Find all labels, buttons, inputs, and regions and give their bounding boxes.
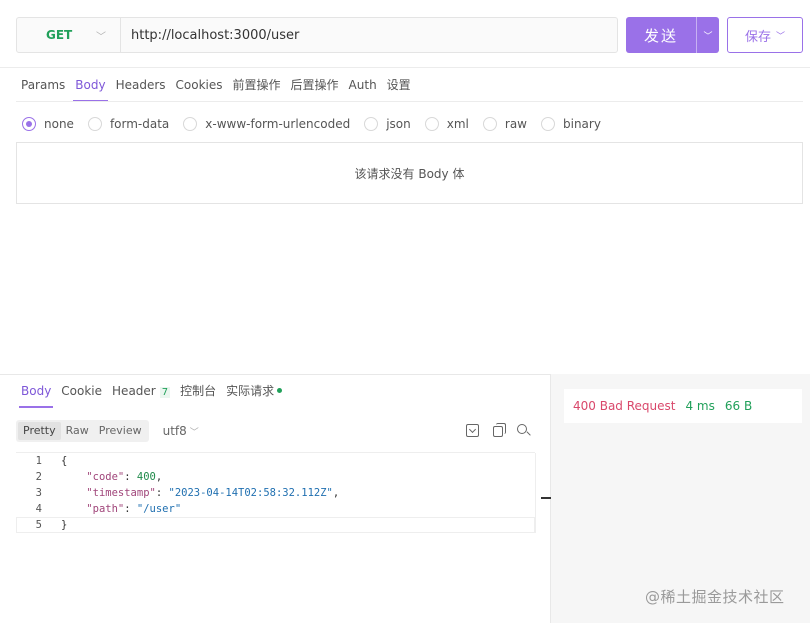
tab-response-cookie[interactable]: Cookie — [56, 378, 107, 408]
tab-console[interactable]: 控制台 — [175, 378, 221, 408]
radio-label: form-data — [109, 117, 170, 131]
tab-response-header[interactable]: Header 7 — [107, 378, 175, 408]
status-code: 400 Bad Request — [573, 399, 676, 413]
json-value: "/user" — [136, 503, 182, 515]
radio-label: none — [44, 117, 74, 131]
save-button[interactable]: 保存 ﹀ — [727, 17, 803, 53]
radio-xml[interactable]: xml — [424, 117, 469, 131]
code-text: "timestamp": "2023-04-14T02:58:32.112Z", — [86, 487, 340, 499]
radio-icon — [424, 117, 439, 131]
tab-post-operations[interactable]: 后置操作 — [286, 72, 344, 102]
format-raw-button[interactable]: Raw — [61, 422, 94, 440]
line-number: 5 — [35, 519, 42, 531]
scrollbar-thumb[interactable] — [541, 497, 551, 499]
code-line: 2 "code": 400, — [16, 469, 535, 485]
code-line: 4 "path": "/user" — [16, 501, 535, 517]
code-line-current: 5 } — [16, 517, 535, 533]
response-toolbar — [466, 423, 527, 437]
body-type-radio-group: none form-data x-www-form-urlencoded jso… — [22, 115, 615, 133]
radio-binary[interactable]: binary — [541, 117, 601, 131]
tab-auth[interactable]: Auth — [344, 72, 382, 102]
radio-icon — [183, 117, 198, 131]
request-bar: GET ﹀ http://localhost:3000/user — [16, 17, 618, 53]
radio-icon — [364, 117, 379, 131]
radio-icon — [541, 117, 555, 131]
scrollbar-track[interactable] — [535, 453, 551, 533]
code-line: 3 "timestamp": "2023-04-14T02:58:32.112Z… — [16, 485, 535, 501]
radio-label: x-www-form-urlencoded — [205, 117, 351, 131]
code-line: 1 { — [16, 453, 535, 469]
json-key: "path" — [86, 503, 125, 515]
response-time: 4 ms — [685, 399, 715, 413]
radio-label: xml — [446, 117, 469, 131]
encoding-select[interactable]: utf8 ﹀ — [163, 424, 199, 438]
radio-icon — [87, 117, 102, 131]
response-tabs: Body Cookie Header 7 控制台 实际请求 — [16, 378, 287, 408]
code-text: "code": 400, — [86, 471, 163, 483]
tab-label: 实际请求 — [226, 384, 275, 398]
line-number: 4 — [35, 503, 42, 515]
radio-raw[interactable]: raw — [482, 117, 527, 131]
response-code-viewer[interactable]: 1 { 2 "code": 400, 3 "timestamp": "2023-… — [16, 452, 551, 623]
radio-none[interactable]: none — [22, 117, 74, 131]
json-key: "timestamp" — [86, 487, 156, 499]
radio-label: json — [386, 117, 411, 131]
divider — [0, 67, 810, 68]
search-icon[interactable] — [517, 424, 527, 434]
send-options-chevron-icon[interactable]: ﹀ — [696, 17, 719, 53]
copy-icon[interactable] — [493, 423, 506, 437]
line-number: 2 — [35, 471, 42, 483]
download-icon[interactable] — [466, 424, 479, 437]
format-preview-button[interactable]: Preview — [94, 422, 147, 440]
tab-headers[interactable]: Headers — [111, 72, 171, 102]
line-number: 3 — [35, 487, 42, 499]
chevron-down-icon: ﹀ — [96, 31, 106, 43]
divider — [16, 101, 803, 102]
code-text: "path": "/user" — [86, 503, 182, 515]
json-value: "2023-04-14T02:58:32.112Z" — [168, 487, 333, 499]
radio-form-data[interactable]: form-data — [87, 117, 170, 131]
format-pretty-button[interactable]: Pretty — [18, 422, 61, 440]
tab-settings[interactable]: 设置 — [382, 72, 416, 102]
tab-response-body[interactable]: Body — [16, 378, 56, 408]
chevron-down-icon: ﹀ — [776, 31, 786, 42]
tab-body[interactable]: Body — [70, 72, 110, 102]
encoding-label: utf8 — [162, 424, 187, 438]
empty-body-panel: 该请求没有 Body 体 — [16, 142, 803, 204]
url-input[interactable]: http://localhost:3000/user — [121, 28, 299, 43]
watermark: @稀土掘金技术社区 — [645, 588, 785, 606]
radio-label: raw — [504, 117, 527, 131]
response-status-card: 400 Bad Request 4 ms 66 B — [564, 389, 802, 423]
tab-label: Header — [112, 384, 156, 398]
response-size: 66 B — [724, 399, 753, 413]
tab-cookies[interactable]: Cookies — [171, 72, 228, 102]
format-bar: Pretty Raw Preview utf8 ﹀ — [16, 420, 199, 442]
code-text: { — [61, 455, 68, 467]
radio-label: binary — [563, 117, 601, 131]
tab-pre-operations[interactable]: 前置操作 — [228, 72, 286, 102]
method-label: GET — [46, 28, 73, 42]
json-value: 400 — [136, 471, 156, 483]
radio-icon — [482, 117, 497, 131]
json-key: "code" — [86, 471, 125, 483]
radio-x-www-form-urlencoded[interactable]: x-www-form-urlencoded — [183, 117, 350, 131]
tab-actual-request[interactable]: 实际请求 — [221, 378, 287, 408]
line-number: 1 — [35, 455, 42, 467]
format-segmented-control: Pretty Raw Preview — [16, 420, 149, 442]
chevron-down-icon: ﹀ — [189, 428, 199, 438]
empty-body-text: 该请求没有 Body 体 — [354, 166, 465, 181]
send-label: 发送 — [643, 26, 678, 45]
radio-selected-icon — [22, 117, 36, 131]
header-count-badge: 7 — [159, 387, 171, 398]
tab-params[interactable]: Params — [16, 72, 70, 102]
status-dot-icon — [277, 388, 283, 393]
code-text: } — [61, 519, 68, 531]
save-label: 保存 — [744, 29, 771, 45]
send-button[interactable]: 发送 ﹀ — [626, 17, 719, 53]
request-tabs: Params Body Headers Cookies 前置操作 后置操作 Au… — [16, 72, 416, 102]
method-select[interactable]: GET ﹀ — [17, 18, 121, 52]
radio-json[interactable]: json — [364, 117, 411, 131]
